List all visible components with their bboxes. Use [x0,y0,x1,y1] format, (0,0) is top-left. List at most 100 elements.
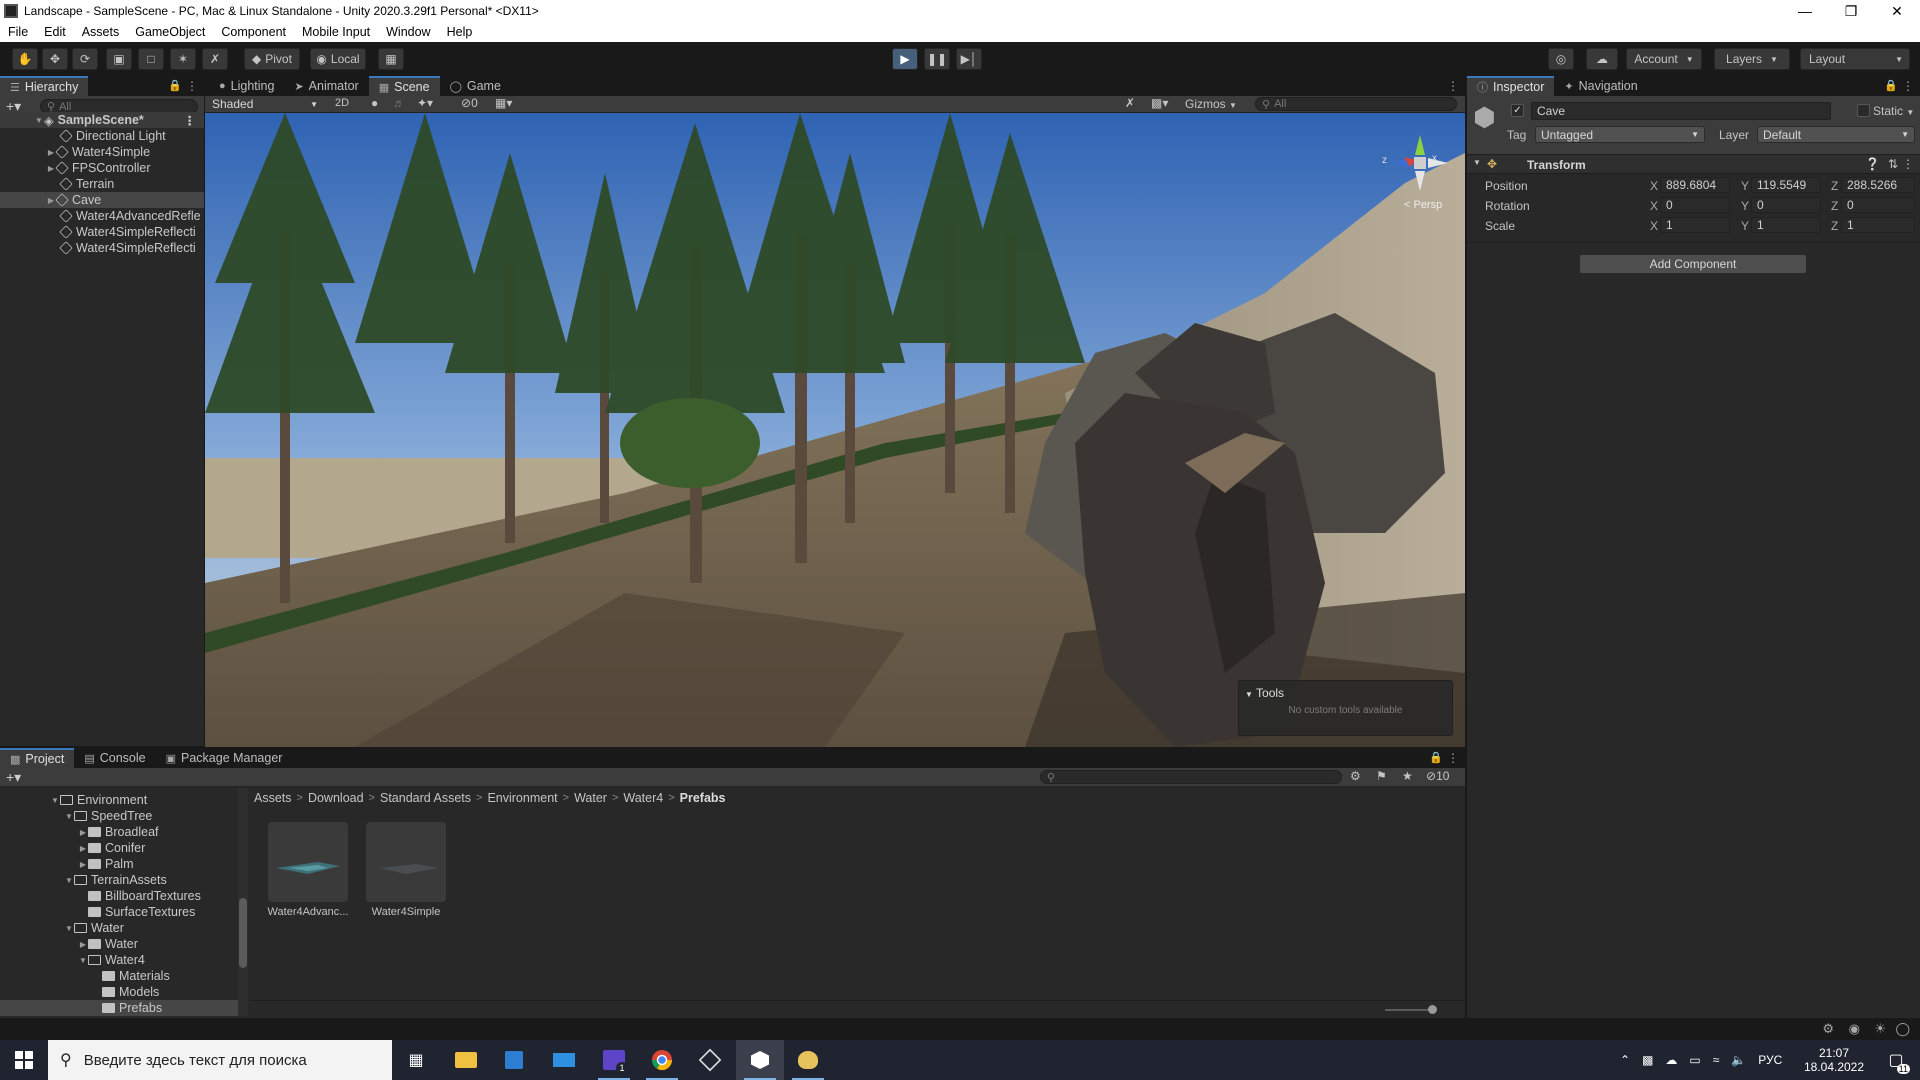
visual-studio-icon[interactable]: 1 [590,1040,638,1080]
progress-indicator-icon[interactable]: ◯ [1895,1021,1910,1037]
project-folder[interactable]: Models [0,984,238,1000]
breadcrumb-item[interactable]: Water [574,791,607,805]
project-folder[interactable]: ▼ TerrainAssets [0,872,238,888]
project-folder[interactable]: ▼ Water4 [0,952,238,968]
layout-dropdown[interactable]: Layout ▼ [1800,48,1910,70]
chevron-up-icon[interactable]: ⌃ [1620,1053,1630,1067]
tool-handle-icon[interactable]: ✗ [1125,96,1135,110]
tab-animator[interactable]: ➤ Animator [284,76,368,96]
account-dropdown[interactable]: Account ▼ [1626,48,1702,70]
tab-project[interactable]: ▩ Project [0,748,75,768]
collab-icon[interactable]: ◎ [1548,48,1574,70]
kebab-menu-icon[interactable]: ⋮ [1447,751,1459,765]
scene-viewport[interactable]: z x < Persp [205,113,1465,747]
play-button[interactable]: ▶ [892,48,918,70]
filter-by-type-icon[interactable]: ⚙ [1350,769,1361,783]
project-folder[interactable]: Materials [0,968,238,984]
fold-open-icon[interactable]: ▼ [64,876,74,885]
camera-icon[interactable]: ▩ [1642,1053,1653,1067]
breadcrumb-current[interactable]: Prefabs [680,791,726,805]
favorite-star-icon[interactable]: ★ [1402,769,1413,783]
filter-by-label-icon[interactable]: ⚑ [1376,769,1387,783]
hierarchy-item-selected[interactable]: ▶ Cave [0,192,204,208]
language-indicator[interactable]: РУС [1758,1053,1782,1067]
rotation-y-field[interactable]: 0 [1751,197,1821,213]
store-icon[interactable] [490,1040,538,1080]
project-folder[interactable]: SurfaceTextures [0,904,238,920]
tab-inspector[interactable]: ⓘ Inspector [1467,76,1555,96]
clock[interactable]: 21:07 18.04.2022 [1800,1040,1868,1080]
local-toggle[interactable]: ◉ Local [310,48,366,70]
fold-closed-icon[interactable]: ▶ [78,940,88,949]
fold-closed-icon[interactable]: ▶ [78,828,88,837]
scale-tool-icon[interactable]: ▣ [106,48,132,70]
breadcrumb-item[interactable]: Environment [487,791,557,805]
custom-tool-icon[interactable]: ✗ [202,48,228,70]
breadcrumb-item[interactable]: Standard Assets [380,791,471,805]
layer-dropdown[interactable]: Default ▼ [1757,126,1915,143]
rotation-x-field[interactable]: 0 [1660,197,1730,213]
create-add-icon[interactable]: +▾ [6,769,21,786]
file-explorer-icon[interactable] [442,1040,490,1080]
static-checkbox[interactable] [1857,104,1870,117]
project-folder[interactable]: ▶ Water [0,936,238,952]
step-button[interactable]: ▶│ [956,48,982,70]
action-center-button[interactable]: ▢ 11 [1876,1040,1916,1080]
kebab-menu-icon[interactable]: ⋮ [186,79,198,93]
transform-header[interactable]: ▼ ✥ Transform ❔ ⇅ ⋮ [1467,154,1920,174]
menu-mobile-input[interactable]: Mobile Input [294,25,378,39]
tab-game[interactable]: ◯ Game [440,76,511,96]
fold-closed-icon[interactable]: ▶ [78,844,88,853]
fold-open-icon[interactable]: ▼ [64,924,74,933]
grid-toggle-icon[interactable]: ▦▾ [495,96,512,110]
hierarchy-item[interactable]: Water4SimpleReflecti [0,240,204,256]
unity-hub-icon[interactable] [686,1040,734,1080]
tools-overlay[interactable]: ▼ Tools No custom tools available [1238,680,1453,736]
hierarchy-item[interactable]: ▶ Water4Simple [0,144,204,160]
fold-closed-icon[interactable]: ▶ [78,860,88,869]
static-dropdown[interactable]: Static ▼ [1873,104,1914,118]
position-z-field[interactable]: 288.5266 [1841,177,1915,193]
rotation-z-field[interactable]: 0 [1841,197,1915,213]
windows-start-button[interactable] [0,1040,48,1080]
hierarchy-item[interactable]: ▶ FPSController [0,160,204,176]
lock-icon[interactable]: 🔒 [1429,751,1443,764]
move-tool-icon[interactable]: ✥ [42,48,68,70]
taskbar-search-box[interactable]: ⚲ Введите здесь текст для поиска [48,1040,392,1080]
menu-window[interactable]: Window [378,25,438,39]
tab-navigation[interactable]: ✦ Navigation [1554,76,1647,96]
mail-icon[interactable] [540,1040,588,1080]
fold-open-icon[interactable]: ▼ [78,956,88,965]
asset-thumbnail[interactable] [268,822,348,902]
scale-y-field[interactable]: 1 [1751,217,1821,233]
scene-orientation-gizmo[interactable]: z x < Persp [1380,123,1460,213]
fold-open-icon[interactable]: ▼ [1473,158,1481,167]
position-x-field[interactable]: 889.6804 [1660,177,1730,193]
hand-tool-icon[interactable]: ✋ [12,48,38,70]
breadcrumb-item[interactable]: Download [308,791,364,805]
tab-scene[interactable]: ▦ Scene [368,76,440,96]
cache-server-icon[interactable]: ◉ [1849,1021,1860,1037]
lock-icon[interactable]: 🔒 [168,79,182,92]
project-folder[interactable]: ▼ Environment [0,792,238,808]
project-search-input[interactable]: ⚲ [1040,770,1342,784]
battery-icon[interactable]: ▭ [1689,1053,1700,1067]
layers-dropdown[interactable]: Layers ▼ [1714,48,1790,70]
breadcrumb-item[interactable]: Assets [254,791,292,805]
menu-gameobject[interactable]: GameObject [127,25,213,39]
project-folder-selected[interactable]: Prefabs [0,1000,238,1016]
mode-2d-toggle[interactable]: 2D [335,97,349,109]
hierarchy-item[interactable]: Water4AdvancedRefle [0,208,204,224]
hierarchy-scene-root[interactable]: ▼ ◈ SampleScene* ⋮ [0,112,204,128]
transform-tool-icon[interactable]: ✶ [170,48,196,70]
debug-mode-icon[interactable]: ⚙ [1822,1021,1834,1037]
cloud-icon[interactable]: ☁ [1586,48,1618,70]
fold-open-icon[interactable]: ▼ [50,796,60,805]
tools-overlay-header[interactable]: ▼ Tools [1245,686,1284,700]
rotate-tool-icon[interactable]: ⟳ [72,48,98,70]
kebab-menu-icon[interactable]: ⋮ [1447,79,1459,93]
gizmos-dropdown[interactable]: Gizmos ▼ [1185,97,1237,111]
scale-x-field[interactable]: 1 [1660,217,1730,233]
scrollbar-thumb[interactable] [239,898,247,968]
onedrive-cloud-icon[interactable]: ☁ [1665,1053,1677,1067]
